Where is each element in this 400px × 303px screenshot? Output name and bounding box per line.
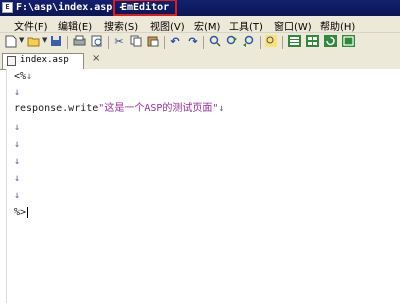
- code-line: ↓: [14, 86, 20, 100]
- view-grid-icon[interactable]: [305, 35, 319, 49]
- find-previous-icon[interactable]: [242, 35, 256, 49]
- print-preview-icon[interactable]: [90, 35, 104, 49]
- eol-marker: ↓: [14, 122, 21, 133]
- toolbar-separator: [282, 36, 283, 49]
- toolbar: ▼ ▼ ✂ ↶ ↷: [0, 33, 400, 53]
- highlight-search-icon[interactable]: [264, 35, 278, 49]
- document-tab-bar: index.asp: [0, 52, 400, 70]
- code-line: response.write"这是一个ASP的测试页面"↓: [14, 102, 224, 116]
- menu-view[interactable]: 视图(V): [150, 18, 185, 33]
- eol-marker: ↓: [218, 103, 225, 114]
- eol-marker: ↓: [14, 156, 21, 167]
- tab-label: index.asp: [20, 55, 69, 65]
- menu-file[interactable]: 文件(F): [14, 18, 48, 33]
- code-line: <%↓: [14, 70, 32, 84]
- toolbar-separator: [260, 36, 261, 49]
- open-dropdown-icon[interactable]: ▼: [42, 36, 47, 44]
- eol-marker: ↓: [26, 71, 33, 82]
- document-icon: [7, 56, 16, 66]
- new-file-icon[interactable]: [4, 35, 18, 49]
- code-line: ↓: [14, 172, 20, 186]
- eol-marker: ↓: [14, 139, 21, 150]
- code-response-write: response.write: [14, 103, 99, 114]
- menu-help[interactable]: 帮助(H): [320, 18, 355, 33]
- cut-icon[interactable]: ✂: [112, 35, 126, 49]
- find-icon[interactable]: [208, 35, 222, 49]
- paste-icon[interactable]: [146, 35, 160, 49]
- eol-marker: ↓: [14, 87, 21, 98]
- code-line: ↓: [14, 189, 20, 203]
- asp-open-tag: <%: [14, 71, 27, 82]
- new-file-dropdown-icon[interactable]: ▼: [19, 36, 24, 44]
- eol-marker: ↓: [14, 173, 21, 184]
- find-next-icon[interactable]: [225, 35, 239, 49]
- menu-macro[interactable]: 宏(M): [194, 18, 220, 33]
- toolbar-separator: [203, 36, 204, 49]
- menu-edit[interactable]: 编辑(E): [58, 18, 92, 33]
- view-window-icon[interactable]: [341, 35, 355, 49]
- toolbar-separator: [67, 36, 68, 49]
- undo-icon[interactable]: ↶: [168, 35, 182, 49]
- menu-bar: 文件(F) 编辑(E) 搜索(S) 视图(V) 宏(M) 工具(T) 窗口(W)…: [0, 16, 400, 33]
- view-refresh-icon[interactable]: [323, 35, 337, 49]
- print-icon[interactable]: [72, 35, 86, 49]
- toolbar-separator: [108, 36, 109, 49]
- menu-tools[interactable]: 工具(T): [229, 18, 263, 33]
- menu-window[interactable]: 窗口(W): [274, 18, 312, 33]
- close-tab-icon[interactable]: ×: [92, 53, 100, 64]
- code-line: ↓: [14, 138, 20, 152]
- copy-icon[interactable]: [129, 35, 143, 49]
- view-list-icon[interactable]: [287, 35, 301, 49]
- code-line: ↓: [14, 121, 20, 135]
- save-icon[interactable]: [49, 35, 63, 49]
- code-line: ↓: [14, 155, 20, 169]
- red-highlight-box: [113, 0, 177, 16]
- title-file-path: F:\asp\index.asp -: [16, 2, 125, 13]
- code-string-literal: "这是一个ASP的测试页面": [98, 103, 219, 114]
- editor-text-area[interactable]: <%↓ ↓ response.write"这是一个ASP的测试页面"↓ ↓ ↓ …: [6, 69, 400, 303]
- redo-icon[interactable]: ↷: [186, 35, 200, 49]
- app-icon[interactable]: E: [2, 2, 13, 13]
- title-bar[interactable]: E F:\asp\index.asp - EmEditor: [0, 0, 400, 16]
- code-line: %>: [14, 206, 29, 220]
- open-folder-icon[interactable]: [27, 35, 41, 49]
- asp-close-tag: %>: [14, 207, 27, 218]
- text-caret: [27, 206, 29, 218]
- eol-marker: ↓: [14, 190, 21, 201]
- toolbar-separator: [164, 36, 165, 49]
- menu-search[interactable]: 搜索(S): [104, 18, 138, 33]
- tab-index-asp[interactable]: index.asp: [2, 53, 84, 69]
